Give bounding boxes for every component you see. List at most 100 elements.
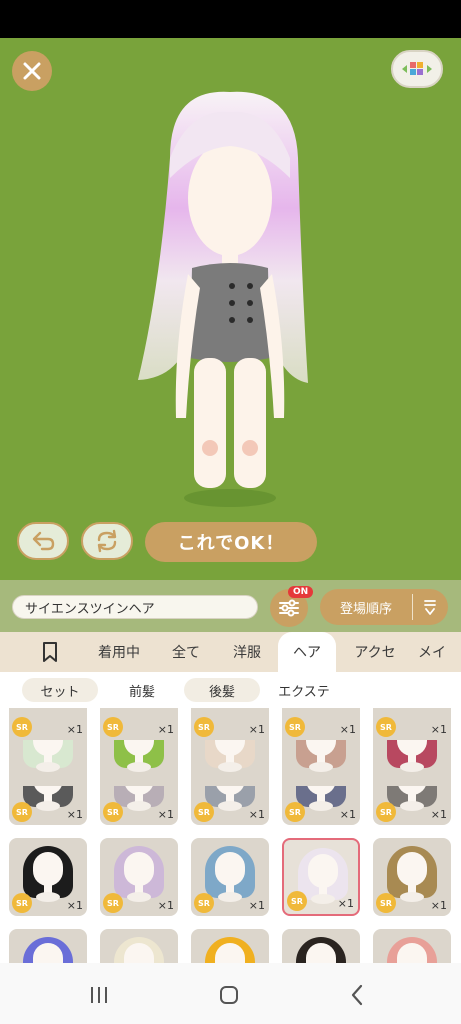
avatar-stage: これでOK！ [0,38,461,580]
close-icon [23,62,41,80]
thumbnail-stand [36,892,60,902]
thumbnail-stand [127,801,151,811]
view-toggle-button[interactable] [391,50,443,88]
rarity-badge: SR [12,802,32,822]
recent-apps-icon [91,987,107,1003]
thumbnail-stand [400,762,424,772]
hair-item-card[interactable]: SR×1 [100,838,178,916]
rarity-badge: SR [194,717,214,737]
rarity-badge: SR [103,802,123,822]
close-button[interactable] [12,51,52,91]
rarity-badge: SR [287,891,307,911]
item-grid: SR ×1 SR ×1 SR ×1 SR ×1 SR ×1 SR ×1 SR ×1 SR ×1 SR ×1 SR ×1… [0,708,461,963]
thumbnail-stand [36,801,60,811]
hair-item-card[interactable]: SR×1 [373,929,451,963]
category-tabs: 着用中 全て 洋服 ヘア アクセ メイ [0,632,461,672]
owned-count: ×1 [157,808,174,821]
hair-item-card[interactable]: SR ×1 [9,838,87,916]
thumbnail-stand [400,892,424,902]
rarity-badge: SR [376,717,396,737]
hair-item-card[interactable]: SR×1 [191,929,269,963]
owned-count: ×1 [248,899,265,912]
thumbnail-stand [218,892,242,902]
hair-item-card[interactable]: SR ×1 [282,838,360,916]
owned-count: ×1 [430,808,447,821]
hair-item-card[interactable]: SR ×1 [191,708,269,740]
hair-item-card[interactable]: SR×1 [9,929,87,963]
owned-count: ×1 [66,899,83,912]
thumbnail-stand [400,801,424,811]
tab-accessory[interactable]: アクセ [344,632,406,672]
owned-count: ×1 [339,808,356,821]
tab-wearing[interactable]: 着用中 [88,632,150,672]
subtab-bangs[interactable]: 前髪 [104,678,180,702]
thumbnail-face [124,852,154,886]
thumbnail-stand [127,762,151,772]
rarity-badge: SR [194,802,214,822]
tab-hair[interactable]: ヘア [278,632,336,672]
tab-clothes[interactable]: 洋服 [220,632,274,672]
thumbnail-stand [311,894,335,904]
sliders-icon [279,599,299,617]
undo-icon [32,531,55,551]
hair-item-card[interactable]: SR ×1 [191,838,269,916]
hair-item-card[interactable]: SR ×1 [100,708,178,740]
hair-item-card[interactable]: SR ×1 [373,708,451,740]
rarity-badge: SR [285,717,305,737]
tab-makeup[interactable]: メイ [418,632,461,672]
owned-count: ×1 [430,899,447,912]
owned-count: ×1 [66,723,83,736]
owned-count: ×1 [157,899,174,912]
hair-subtabs: セット 前髪 後髪 エクステ [0,672,461,708]
thumbnail-face [308,854,338,888]
bookmark-icon [43,642,57,662]
thumbnail-stand [309,801,333,811]
filter-on-badge: ON [288,586,314,598]
thumbnail-face [397,852,427,886]
owned-count: ×1 [248,808,265,821]
tab-bookmark[interactable] [28,632,72,672]
owned-count: ×1 [430,723,447,736]
hair-item-card[interactable]: SR ×1 [373,838,451,916]
rarity-badge: SR [103,717,123,737]
home-button[interactable] [214,981,244,1009]
thumbnail-stand [36,762,60,772]
rarity-badge: SR [12,893,32,913]
tab-all[interactable]: 全て [160,632,212,672]
hair-item-card[interactable]: SR×1 [100,929,178,963]
recent-apps-button[interactable] [84,981,114,1009]
thumbnail-stand [218,801,242,811]
avatar-figure [138,91,308,507]
rarity-badge: SR [194,893,214,913]
back-icon [351,984,363,1006]
sort-button[interactable]: 登場順序 [320,589,448,625]
undo-button[interactable] [17,522,69,560]
hair-item-card[interactable]: SR×2 [282,929,360,963]
owned-count: ×1 [66,808,83,821]
thumbnail-stand [218,762,242,772]
thumbnail-stand [309,762,333,772]
home-icon [220,986,238,1004]
thumbnail-stand [127,892,151,902]
owned-count: ×1 [248,723,265,736]
subtab-set[interactable]: セット [22,678,98,702]
status-bar [0,0,461,38]
color-grid-icon [402,62,432,75]
rarity-badge: SR [376,893,396,913]
system-nav-bar [0,963,461,1024]
back-button[interactable] [342,981,372,1009]
hair-item-card[interactable]: SR×1 [9,708,87,740]
owned-count: ×1 [157,723,174,736]
randomize-button[interactable] [81,522,133,560]
subtab-extensions[interactable]: エクステ [266,678,342,702]
sort-order-icon[interactable] [413,598,447,616]
search-input[interactable]: サイエンスツインヘア [12,595,258,619]
hair-item-card[interactable]: SR ×1 [282,708,360,740]
owned-count: ×1 [339,723,356,736]
confirm-ok-button[interactable]: これでOK！ [145,522,317,562]
owned-count: ×1 [337,897,354,910]
subtab-back-hair[interactable]: 後髪 [184,678,260,702]
sort-label: 登場順序 [339,601,392,617]
rarity-badge: SR [285,802,305,822]
thumbnail-face [33,852,63,886]
